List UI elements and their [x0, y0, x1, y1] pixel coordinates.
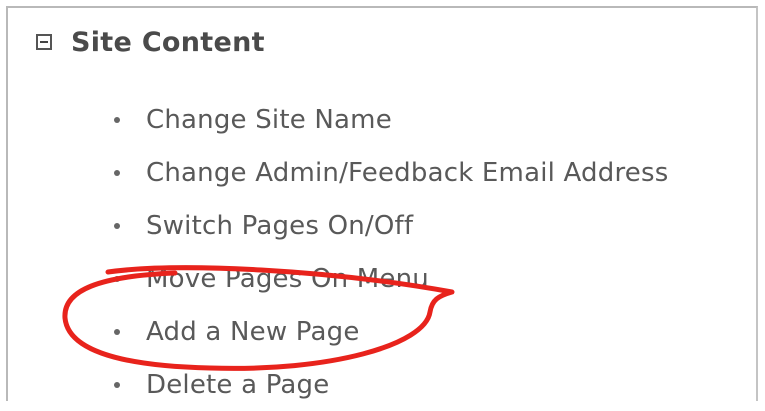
bullet-icon [114, 169, 120, 176]
bullet-icon [114, 116, 120, 123]
site-content-panel: Site Content Change Site Name Change Adm… [6, 6, 758, 401]
bullet-icon [114, 275, 120, 282]
menu-item-switch-pages[interactable]: Switch Pages On/Off [108, 199, 668, 252]
menu-item-change-site-name[interactable]: Change Site Name [108, 93, 668, 146]
delete-page-link[interactable]: Delete a Page [146, 370, 329, 400]
switch-pages-link[interactable]: Switch Pages On/Off [146, 211, 413, 241]
collapse-toggle-icon[interactable] [36, 34, 52, 50]
minus-icon [40, 41, 48, 43]
change-site-name-link[interactable]: Change Site Name [146, 105, 392, 135]
add-new-page-link[interactable]: Add a New Page [146, 317, 360, 347]
panel-title: Site Content [71, 26, 265, 58]
panel-header: Site Content [36, 22, 265, 62]
change-admin-email-link[interactable]: Change Admin/Feedback Email Address [146, 158, 668, 188]
bullet-icon [114, 222, 120, 229]
bullet-icon [114, 328, 120, 335]
menu-item-change-admin-email[interactable]: Change Admin/Feedback Email Address [108, 146, 668, 199]
site-content-menu: Change Site Name Change Admin/Feedback E… [108, 93, 668, 411]
menu-item-move-pages[interactable]: Move Pages On Menu [108, 252, 668, 305]
menu-item-add-new-page[interactable]: Add a New Page [108, 305, 668, 358]
menu-item-delete-page[interactable]: Delete a Page [108, 358, 668, 411]
move-pages-link[interactable]: Move Pages On Menu [146, 264, 429, 294]
bullet-icon [114, 381, 120, 388]
